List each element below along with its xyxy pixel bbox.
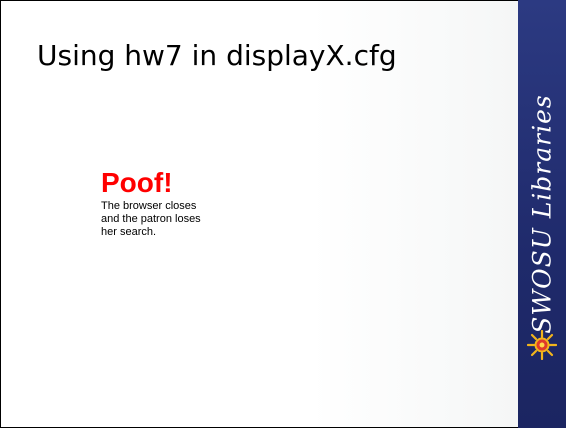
- callout-line: and the patron loses: [101, 213, 201, 225]
- slide: Using hw7 in displayX.cfg Poof! The brow…: [0, 0, 566, 428]
- slide-title: Using hw7 in displayX.cfg: [37, 39, 397, 72]
- callout-line: The browser closes: [101, 200, 197, 212]
- callout-body: The browser closes and the patron loses …: [101, 200, 271, 239]
- banner-text: SWOSU Libraries: [527, 94, 557, 334]
- sun-icon: [526, 329, 558, 361]
- callout-heading: Poof!: [101, 167, 173, 198]
- side-banner: SWOSU Libraries: [518, 0, 566, 428]
- callout: Poof! The browser closes and the patron …: [101, 168, 271, 239]
- callout-line: her search.: [101, 226, 157, 238]
